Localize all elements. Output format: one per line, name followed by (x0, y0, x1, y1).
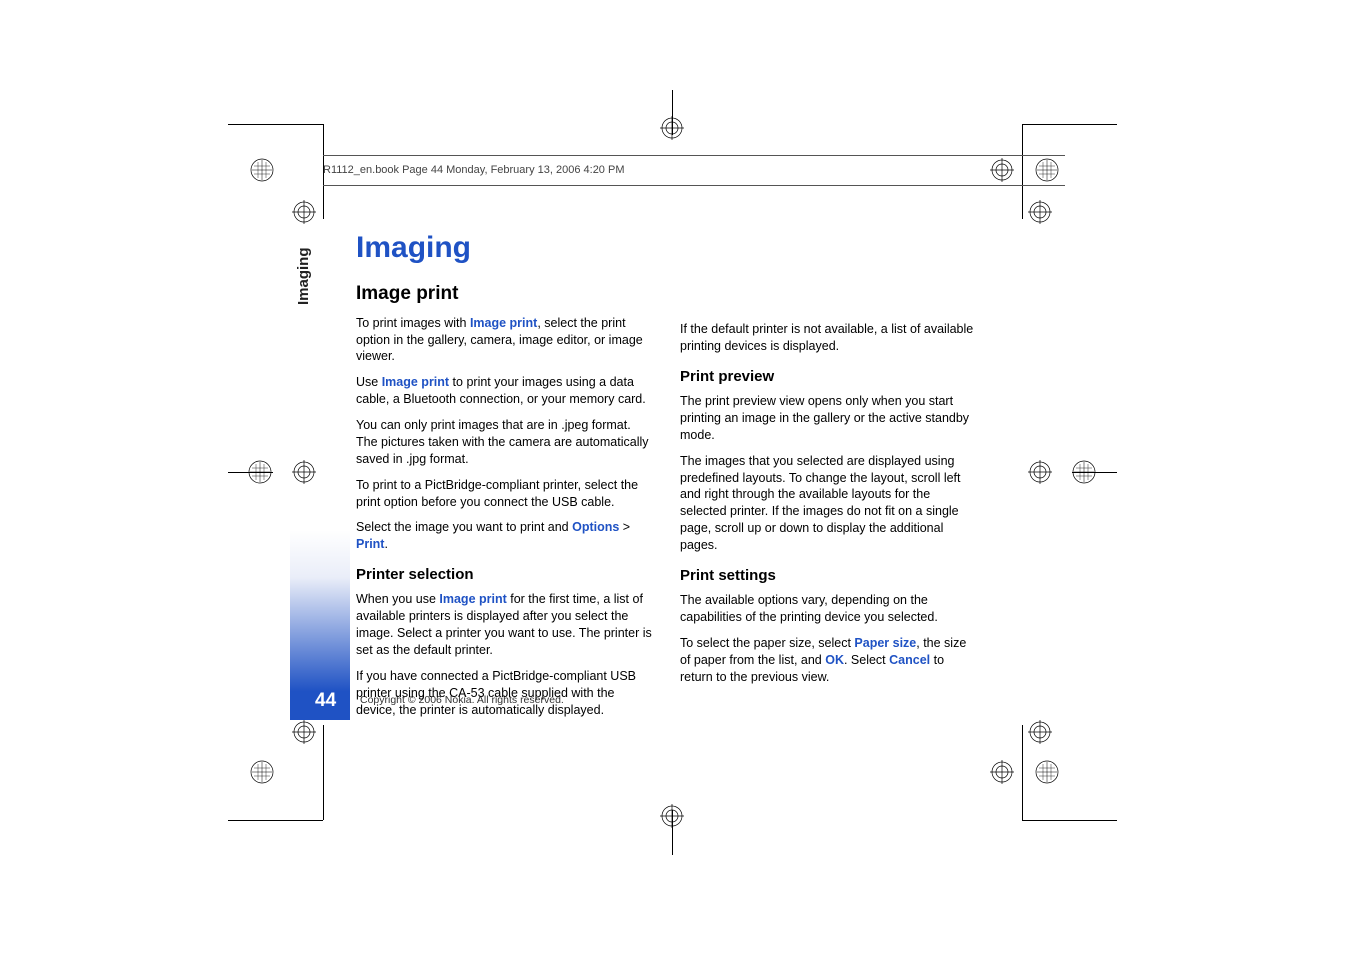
ui-term: Image print (470, 316, 537, 330)
crop-line (1022, 124, 1023, 219)
registration-hatch-icon (250, 158, 274, 182)
body-text: Use Image print to print your images usi… (356, 374, 652, 408)
body-text: To print to a PictBridge-compliant print… (356, 477, 652, 511)
registration-mark-icon (292, 460, 316, 484)
body-text: The images that you selected are display… (680, 453, 976, 554)
crop-line (323, 725, 324, 820)
registration-hatch-icon (248, 460, 272, 484)
registration-mark-icon (292, 200, 316, 224)
side-tab-label: Imaging (295, 247, 312, 305)
ui-term: Paper size (854, 636, 916, 650)
running-header: R1112_en.book Page 44 Monday, February 1… (323, 164, 624, 176)
crop-line (1022, 820, 1117, 821)
registration-mark-icon (990, 760, 1014, 784)
registration-mark-icon (990, 158, 1014, 182)
registration-hatch-icon (1035, 760, 1059, 784)
page-number: 44 (315, 690, 336, 712)
ui-term: Image print (439, 592, 506, 606)
crop-line (1022, 725, 1023, 820)
registration-mark-icon (1028, 200, 1052, 224)
subsection-heading: Print preview (680, 367, 976, 387)
section-heading: Image print (356, 281, 652, 307)
body-text: When you use Image print for the first t… (356, 591, 652, 659)
body-text: To select the paper size, select Paper s… (680, 635, 976, 686)
crop-line (672, 90, 673, 135)
column-left: Image print To print images with Image p… (356, 279, 652, 728)
column-right: If the default printer is not available,… (680, 279, 976, 728)
ui-term: Options (572, 520, 619, 534)
registration-mark-icon (660, 116, 684, 140)
body-text: Select the image you want to print and O… (356, 519, 652, 553)
body-text: If the default printer is not available,… (680, 321, 976, 355)
subsection-heading: Print settings (680, 566, 976, 586)
ui-term: Image print (382, 375, 449, 389)
body-text: To print images with Image print, select… (356, 315, 652, 366)
crop-line (228, 472, 273, 473)
ui-term: Cancel (889, 653, 930, 667)
chapter-title: Imaging (356, 231, 976, 265)
registration-mark-icon (660, 804, 684, 828)
body-text: You can only print images that are in .j… (356, 417, 652, 468)
registration-mark-icon (292, 720, 316, 744)
page-content: Imaging Image print To print images with… (356, 231, 976, 728)
crop-line (228, 820, 323, 821)
ui-term: OK (825, 653, 844, 667)
body-text: The print preview view opens only when y… (680, 393, 976, 444)
body-text: The available options vary, depending on… (680, 592, 976, 626)
crop-line (1022, 124, 1117, 125)
crop-line (672, 810, 673, 855)
ui-term: Print (356, 537, 384, 551)
body-text: If you have connected a PictBridge-compl… (356, 668, 652, 719)
registration-hatch-icon (1035, 158, 1059, 182)
crop-line (1072, 472, 1117, 473)
registration-mark-icon (1028, 720, 1052, 744)
registration-mark-icon (1028, 460, 1052, 484)
header-rule (323, 155, 1065, 156)
registration-hatch-icon (250, 760, 274, 784)
subsection-heading: Printer selection (356, 565, 652, 585)
crop-line (228, 124, 323, 125)
registration-hatch-icon (1072, 460, 1096, 484)
header-rule (323, 185, 1065, 186)
